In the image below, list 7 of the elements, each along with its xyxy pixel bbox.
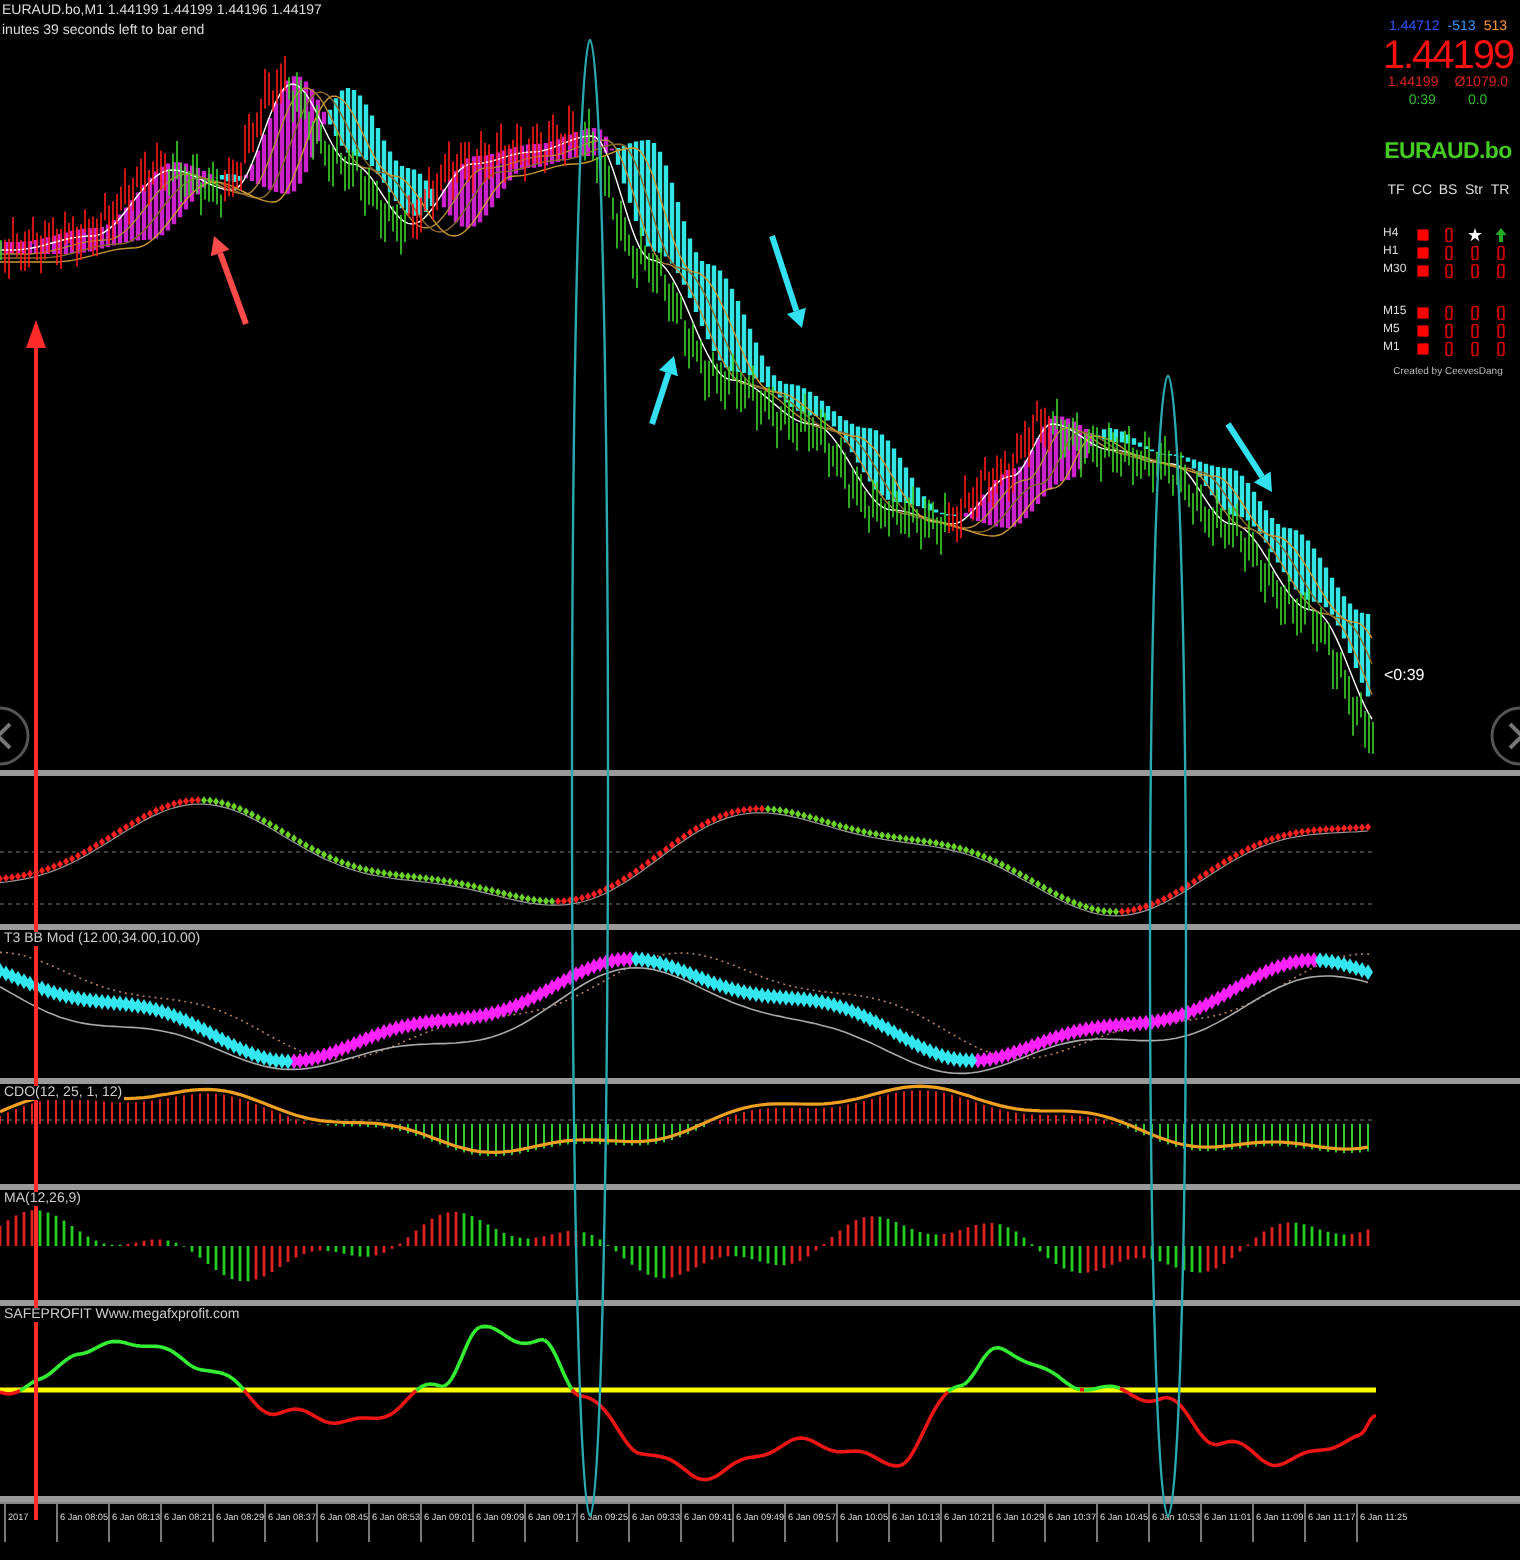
arrow-annotation [1225,422,1272,492]
price-value: 1.44199 [1382,36,1514,77]
arrow-annotation [649,356,678,425]
arrow-annotation [210,236,249,326]
arrow-annotation [769,235,806,328]
symbol-label: EURAUD.bo [1384,142,1512,166]
countdown-label: <0:39 [1384,668,1425,684]
